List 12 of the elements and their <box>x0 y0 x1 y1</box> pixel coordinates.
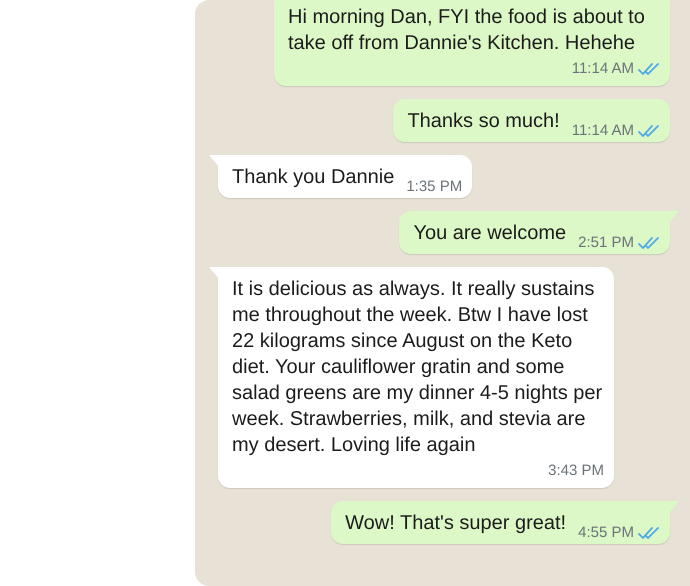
message-text: Thanks so much! <box>407 109 560 134</box>
message-time: 3:43 PM <box>548 462 604 480</box>
message-text: Thank you Dannie <box>232 165 394 190</box>
message-time: 2:51 PM <box>578 234 634 252</box>
message-time: 1:35 PM <box>406 178 462 196</box>
message-text: You are welcome <box>413 221 566 246</box>
message-text: Hi morning Dan, FYI the food is about to take off from Dannie's Kitchen. Hehehe <box>288 5 646 56</box>
message-time: 11:14 AM <box>572 60 634 78</box>
message-time: 4:55 PM <box>578 524 634 542</box>
message-text: Wow! That's super great! <box>345 511 566 536</box>
message-time: 11:14 AM <box>572 122 634 140</box>
message-text: It is delicious as always. It really sustains me throughout the week. Btw I have lost 22 kilograms since August on the Keto diet. Your cauliflower gratin and some salad greens are my dinner 4-5 nights per week. Strawberries, milk, and stevia are my desert. Loving life again <box>232 277 604 458</box>
